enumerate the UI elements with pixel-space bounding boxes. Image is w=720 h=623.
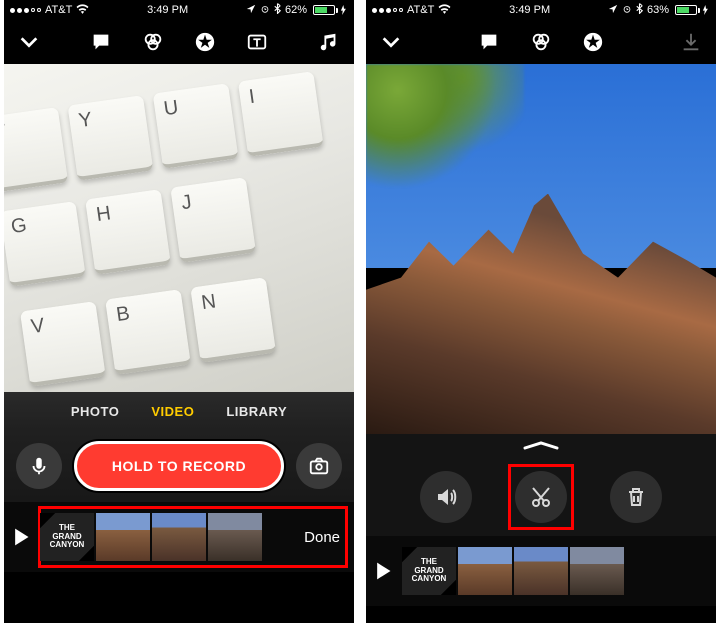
bluetooth-icon: [274, 3, 281, 17]
mode-video[interactable]: VIDEO: [151, 404, 194, 419]
key-i: I: [238, 71, 324, 157]
battery-icon: [673, 5, 710, 15]
collapse-button[interactable]: [376, 27, 406, 57]
wifi-icon: [438, 4, 451, 17]
clip-thumbnail[interactable]: [96, 513, 150, 561]
mic-button[interactable]: [16, 443, 62, 489]
wifi-icon: [76, 4, 89, 17]
screen-editing: AT&T 3:49 PM 63%: [366, 0, 716, 623]
delete-button[interactable]: [610, 471, 662, 523]
play-button[interactable]: [8, 527, 34, 547]
carrier-label: AT&T: [407, 4, 434, 16]
key-j: J: [170, 177, 256, 263]
download-button[interactable]: [676, 27, 706, 57]
panel-grabber[interactable]: [366, 434, 716, 458]
stickers-button[interactable]: [578, 27, 608, 57]
mode-library[interactable]: LIBRARY: [226, 404, 287, 419]
key-t: T: [4, 107, 68, 193]
flip-camera-button[interactable]: [296, 443, 342, 489]
key-y: Y: [67, 95, 153, 181]
collapse-button[interactable]: [14, 27, 44, 57]
clip-thumbnail[interactable]: [514, 547, 568, 595]
alarm-icon: [622, 4, 632, 17]
key-u: U: [153, 83, 239, 169]
play-button[interactable]: [370, 561, 396, 581]
status-bar: AT&T 3:49 PM 63%: [366, 0, 716, 20]
clip-preview: [366, 64, 716, 434]
top-toolbar: [366, 20, 716, 64]
filters-button[interactable]: [138, 27, 168, 57]
status-time: 3:49 PM: [509, 4, 550, 16]
capture-mode-selector[interactable]: PHOTO VIDEO LIBRARY: [4, 392, 354, 430]
clip-title-card[interactable]: THE GRAND CANYON: [40, 513, 94, 561]
record-controls: HOLD TO RECORD: [4, 430, 354, 502]
clip-thumbnail[interactable]: [152, 513, 206, 561]
key-b: B: [105, 289, 191, 375]
filters-button[interactable]: [526, 27, 556, 57]
bluetooth-icon: [636, 3, 643, 17]
timeline: THE GRAND CANYON Done: [4, 502, 354, 572]
mode-photo[interactable]: PHOTO: [71, 404, 120, 419]
battery-pct: 63%: [647, 4, 669, 16]
screen-recording: AT&T 3:49 PM 62%: [4, 0, 354, 623]
live-titles-button[interactable]: [86, 27, 116, 57]
mute-button[interactable]: [420, 471, 472, 523]
top-toolbar: [4, 20, 354, 64]
alarm-icon: [260, 4, 270, 17]
music-button[interactable]: [314, 27, 344, 57]
trim-button[interactable]: [515, 471, 567, 523]
clip-thumbnail[interactable]: [570, 547, 624, 595]
key-v: V: [20, 301, 106, 387]
signal-dots-icon: [372, 8, 403, 13]
live-titles-button[interactable]: [474, 27, 504, 57]
signal-dots-icon: [10, 8, 41, 13]
done-button[interactable]: Done: [298, 525, 346, 550]
clip-thumbnail[interactable]: [208, 513, 262, 561]
status-time: 3:49 PM: [147, 4, 188, 16]
annotation-highlight: [508, 464, 574, 530]
battery-icon: [311, 5, 348, 15]
camera-viewfinder: T Y U I G H J V B N: [4, 64, 354, 392]
stickers-button[interactable]: [190, 27, 220, 57]
carrier-label: AT&T: [45, 4, 72, 16]
record-button[interactable]: HOLD TO RECORD: [74, 441, 284, 491]
text-overlay-button[interactable]: [242, 27, 272, 57]
clip-thumbnail-selected[interactable]: [458, 547, 512, 595]
key-g: G: [4, 201, 86, 287]
timeline: THE GRAND CANYON: [366, 536, 716, 606]
location-icon: [246, 4, 256, 17]
location-icon: [608, 4, 618, 17]
edit-tools: [366, 458, 716, 536]
status-bar: AT&T 3:49 PM 62%: [4, 0, 354, 20]
clip-title-card[interactable]: THE GRAND CANYON: [402, 547, 456, 595]
battery-pct: 62%: [285, 4, 307, 16]
key-n: N: [190, 277, 276, 363]
key-h: H: [85, 189, 171, 275]
